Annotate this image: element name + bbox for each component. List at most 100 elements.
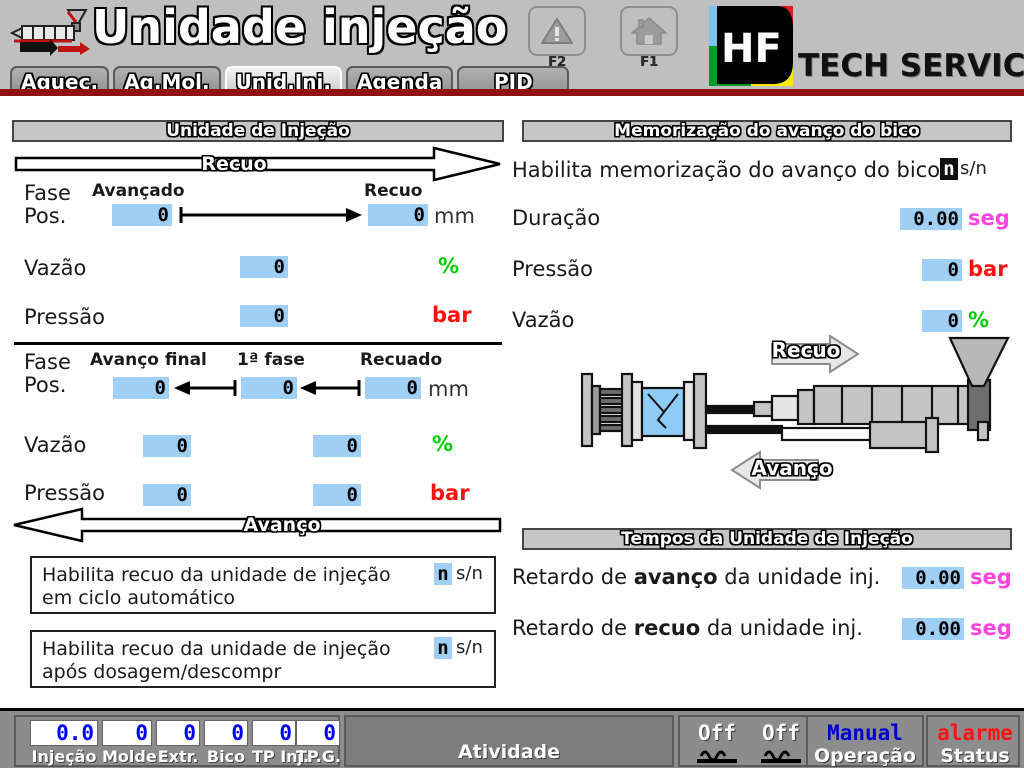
page-title: Unidade injeção [92, 0, 508, 54]
memo-unit-pressao: bar [968, 257, 1008, 281]
memo-enable-value[interactable]: n [940, 158, 958, 180]
times-suffix-avanco: da unidade inj. [717, 565, 881, 589]
readout-tp-g-value: 0 [296, 720, 340, 746]
group-divider [14, 342, 502, 345]
function-button-f2-label: F2 [548, 55, 566, 70]
field-pressao-b1[interactable]: 0 [143, 484, 191, 506]
readout-tp-inj-caption: TP Inj. [252, 747, 310, 766]
pos-arrow-a [178, 204, 364, 226]
memo-row-label-duracao: Duração [512, 206, 601, 230]
brand-name: TECH SERVICE [798, 48, 1024, 84]
readouts-group: 0.0 Injeção 0 Molde 0 Extr. 0 Bico 0 TP … [14, 715, 341, 767]
readout-bico-value: 0 [204, 720, 248, 746]
operation-caption: Operação [814, 745, 916, 767]
checkbox-panel-after-dosing[interactable]: Habilita recuo da unidade de injeção apó… [30, 630, 496, 688]
times-field-recuo[interactable]: 0.00 [902, 618, 964, 640]
times-prefix-avanco: Retardo de [512, 565, 634, 589]
unit-pct-b: % [432, 432, 454, 456]
times-bold-recuo: recuo [633, 616, 701, 640]
field-vazao-b1[interactable]: 0 [143, 435, 191, 457]
hf-logo: HF [707, 4, 795, 88]
field-pos-avancado[interactable]: 0 [112, 204, 172, 226]
readout-injecao-caption: Injeção [31, 747, 97, 766]
readout-molde[interactable]: 0 Molde [102, 720, 157, 766]
avanco-arrow-banner: Avanço [8, 507, 502, 543]
memo-row-label-vazao: Vazão [512, 308, 575, 332]
field-pressao-a[interactable]: 0 [240, 305, 288, 327]
col-header-recuo: Recuo [364, 181, 423, 201]
function-button-f1[interactable]: F1 [620, 6, 682, 72]
field-vazao-b2[interactable]: 0 [313, 435, 361, 457]
col-header-avanco-final: Avanço final [90, 350, 207, 370]
output-heater-2-state: Off [762, 721, 800, 745]
times-unit-avanco: seg [970, 565, 1012, 589]
unit-mm-b: mm [428, 377, 469, 401]
row-label-vazao-a: Vazão [24, 256, 87, 280]
checkbox-label-after-dosing: Habilita recuo da unidade de injeção apó… [42, 638, 391, 683]
operation-group[interactable]: Manual Operação [806, 715, 924, 767]
recuo-banner-label: Recuo [201, 153, 267, 175]
readout-molde-value: 0 [102, 720, 152, 746]
readout-bico[interactable]: 0 Bico [204, 720, 248, 766]
pos-arrow-b1 [172, 377, 238, 399]
main-content: Unidade de Injeção Recuo Avançado Recuo … [0, 96, 1024, 708]
output-heater-1-state: Off [698, 721, 736, 745]
readout-injecao[interactable]: 0.0 Injeção [30, 720, 98, 766]
readout-bico-caption: Bico [206, 747, 246, 766]
field-vazao-a[interactable]: 0 [240, 256, 288, 278]
unit-mm-a: mm [434, 204, 475, 228]
memo-field-pressao[interactable]: 0 [922, 259, 962, 281]
output-heater-1[interactable]: Off [686, 721, 748, 768]
left-section-title: Unidade de Injeção [12, 120, 504, 142]
times-prefix-recuo: Retardo de [512, 616, 634, 640]
checkbox-value-after-dosing[interactable]: n [434, 637, 452, 659]
row-label-pressao-b: Pressão [24, 481, 105, 505]
hmi-screen: Unidade injeção Aquec. Aq.Mol. Unid.Inj.… [0, 0, 1024, 768]
status-caption: Status [940, 745, 1010, 767]
memo-unit-vazao: % [968, 308, 990, 332]
function-button-f1-label: F1 [640, 55, 658, 70]
row-label-fase-b: Fase [24, 350, 71, 374]
field-pos-avanco-final[interactable]: 0 [113, 377, 169, 399]
output-heater-2[interactable]: Off [750, 721, 812, 768]
times-bold-avanco: avanço [633, 565, 718, 589]
checkbox-panel-auto-cycle[interactable]: Habilita recuo da unidade de injeção em … [30, 556, 496, 614]
times-suffix-recuo: da unidade inj. [700, 616, 863, 640]
row-label-pos-a: Pos. [24, 204, 67, 228]
readout-tp-g-caption: TP.G. [296, 747, 341, 766]
row-label-vazao-b: Vazão [24, 433, 87, 457]
col-header-avancado: Avançado [92, 181, 185, 201]
readout-tp-inj-value: 0 [252, 720, 296, 746]
status-group[interactable]: alarme Status [926, 715, 1020, 767]
memo-field-duracao[interactable]: 0.00 [900, 208, 962, 230]
times-field-avanco[interactable]: 0.00 [902, 567, 964, 589]
header-bar: Unidade injeção Aquec. Aq.Mol. Unid.Inj.… [0, 0, 1024, 96]
row-label-pressao-a: Pressão [24, 305, 105, 329]
home-icon [620, 6, 678, 56]
times-row-label-recuo: Retardo de recuo da unidade inj. [512, 616, 863, 640]
field-pos-recuo[interactable]: 0 [368, 204, 428, 226]
function-button-f2[interactable]: F2 [528, 6, 590, 72]
memo-enable-label: Habilita memorização do avanço do bico [512, 158, 941, 182]
readout-tp-g[interactable]: 0 TP.G. [296, 720, 341, 766]
status-bar: 0.0 Injeção 0 Molde 0 Extr. 0 Bico 0 TP … [0, 708, 1024, 768]
field-pos-1a-fase[interactable]: 0 [241, 377, 297, 399]
checkbox-value-auto-cycle[interactable]: n [434, 563, 452, 585]
readout-injecao-value: 0.0 [30, 720, 98, 746]
readout-extr[interactable]: 0 Extr. [156, 720, 200, 766]
memo-enable-suffix: s/n [960, 158, 987, 179]
injection-machine-diagram: Recuo Avanço [560, 334, 1012, 494]
memo-field-vazao[interactable]: 0 [922, 310, 962, 332]
recuo-arrow-banner: Recuo [14, 146, 502, 182]
field-pressao-b2[interactable]: 0 [313, 484, 361, 506]
status-value: alarme [937, 721, 1013, 745]
injection-unit-icon [6, 8, 98, 56]
header-accent-line [0, 89, 1024, 96]
row-label-pos-b: Pos. [24, 373, 67, 397]
times-section-title: Tempos da Unidade de Injeção [522, 528, 1012, 550]
svg-text:HF: HF [721, 26, 782, 72]
diagram-avanco-label: Avanço [751, 456, 833, 480]
unit-bar-a: bar [432, 303, 472, 327]
field-pos-recuado[interactable]: 0 [365, 377, 421, 399]
readout-tp-inj[interactable]: 0 TP Inj. [252, 720, 310, 766]
